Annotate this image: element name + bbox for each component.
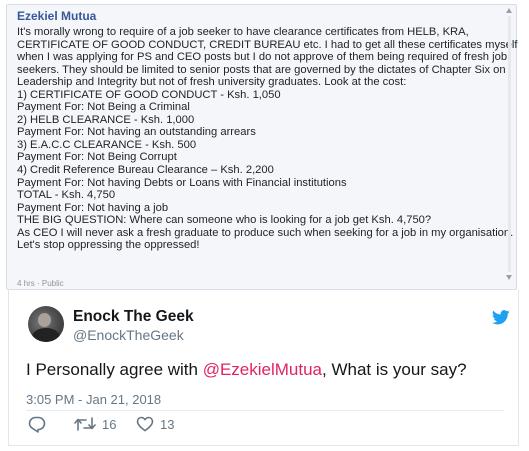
tweet-text-lead: I Personally agree with: [26, 360, 203, 379]
post-line: Payment For: Not having a job: [17, 201, 169, 214]
post-author[interactable]: Ezekiel Mutua: [17, 9, 96, 23]
post-line: CERTIFICATE OF GOOD CONDUCT, CREDIT BURE…: [17, 38, 518, 51]
avatar-head: [38, 313, 51, 327]
post-line: As CEO I will never ask a fresh graduate…: [17, 226, 514, 239]
tweet-card: Enock The Geek @EnockTheGeek I Personall…: [8, 290, 519, 446]
post-line: Payment For: Not having Debts or Loans w…: [17, 176, 347, 189]
post-body: It's morally wrong to require of a job s…: [17, 26, 518, 252]
scroll-up-arrow-icon[interactable]: [506, 8, 512, 13]
retweet-icon: [74, 417, 96, 431]
reply-button[interactable]: [28, 414, 46, 434]
reply-icon: [28, 416, 46, 433]
post-line: Payment For: Not Being Corrupt: [17, 151, 177, 164]
tweet-text: I Personally agree with @EzekielMutua, W…: [26, 360, 467, 380]
post-line: Payment For: Not Being a Criminal: [17, 101, 190, 114]
avatar[interactable]: [28, 306, 64, 342]
heart-icon: [136, 416, 154, 432]
post-line: Payment For: Not having an outstanding a…: [17, 126, 256, 139]
post-line: It's morally wrong to require of a job s…: [17, 26, 469, 38]
post-line: 1) CERTIFICATE OF GOOD CONDUCT - Ksh. 1,…: [17, 88, 281, 101]
post-line: THE BIG QUESTION: Where can someone who …: [17, 214, 432, 227]
like-count: 13: [160, 416, 175, 432]
post-line: Leadership and Integrity but not of fres…: [17, 76, 407, 89]
user-handle[interactable]: @EnockTheGeek: [73, 327, 184, 343]
divider: [26, 410, 504, 411]
retweet-button[interactable]: 16: [74, 414, 116, 434]
post-line: when I was applying for PS and CEO posts…: [17, 51, 508, 64]
post-line: 4) Credit Reference Bureau Clearance – K…: [17, 164, 274, 177]
post-scrollbar[interactable]: [506, 8, 513, 280]
like-button[interactable]: 13: [136, 414, 174, 434]
retweet-count: 16: [102, 416, 117, 432]
post-line: 2) HELB CLEARANCE - Ksh. 1,000: [17, 113, 195, 126]
twitter-bird-icon[interactable]: [492, 310, 510, 325]
tweet-timestamp[interactable]: 3:05 PM - Jan 21, 2018: [26, 392, 161, 407]
display-name[interactable]: Enock The Geek: [73, 308, 194, 326]
post-line: TOTAL - Ksh. 4,750: [17, 189, 116, 202]
scroll-track[interactable]: [508, 16, 511, 272]
post-line: seekers. They should be limited to senio…: [17, 63, 506, 76]
mention-link[interactable]: @EzekielMutua: [203, 360, 322, 379]
post-line: 3) E.A.C.C CLEARANCE - Ksh. 500: [17, 138, 197, 151]
post-line: Let's stop oppressing the oppressed!: [17, 239, 200, 252]
scroll-down-arrow-icon[interactable]: [506, 275, 512, 280]
post-meta: 4 hrs · Public: [17, 279, 64, 288]
avatar-body: [32, 328, 60, 342]
tweet-text-tail: , What is your say?: [322, 360, 467, 379]
facebook-post-screenshot: Ezekiel Mutua It's morally wrong to requ…: [6, 4, 517, 290]
